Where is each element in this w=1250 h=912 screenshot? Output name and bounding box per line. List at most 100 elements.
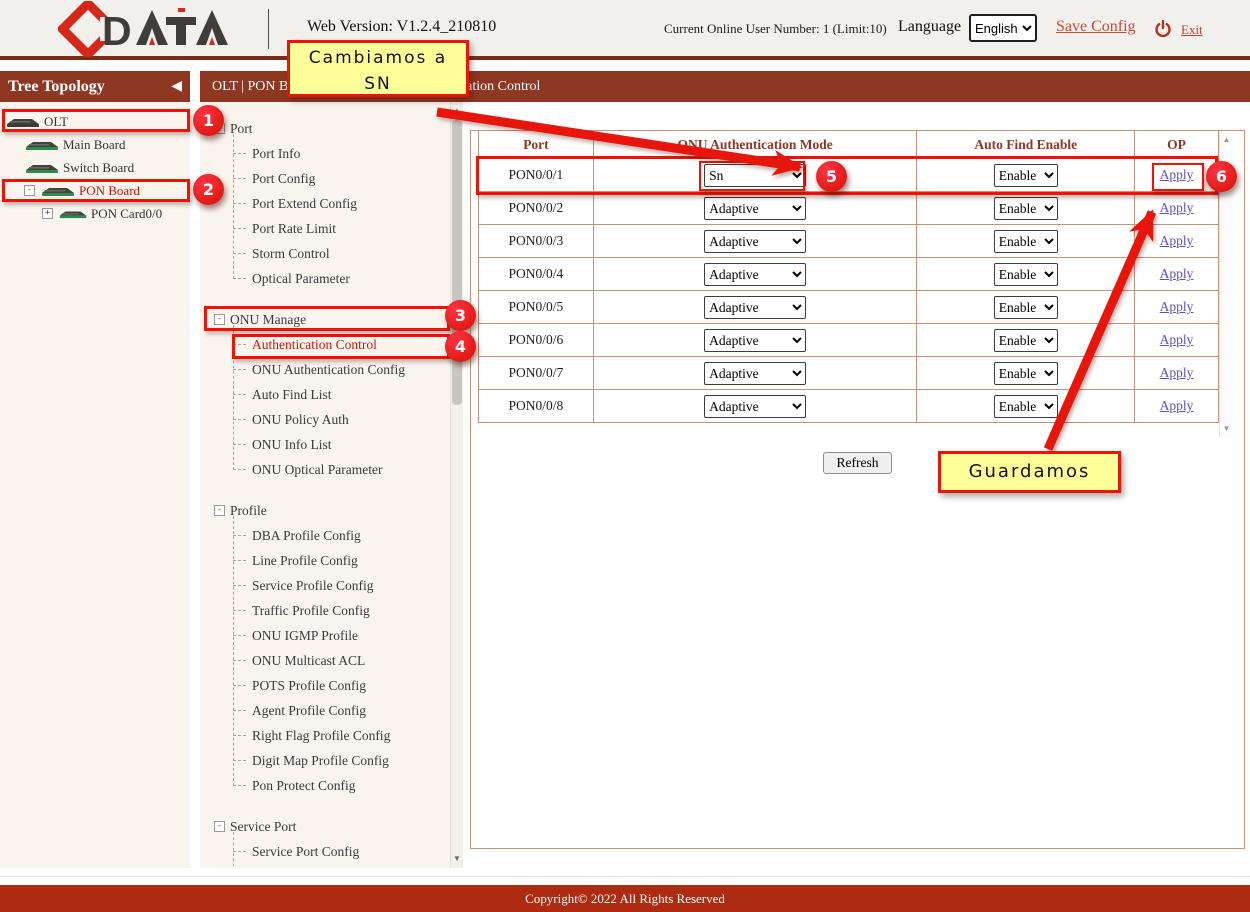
collapse-node-icon[interactable]: - (214, 123, 225, 134)
column-header-op: OP (1135, 131, 1219, 159)
tree-node-switch-board[interactable]: Switch Board (0, 156, 190, 179)
exit-link[interactable]: Exit (1181, 22, 1203, 38)
tree-node-label: Main Board (63, 137, 125, 153)
menu-item-port-extend-config[interactable]: Port Extend Config (219, 191, 450, 216)
table-row: PON0/0/1SnEnableApply (479, 159, 1219, 192)
expand-node-icon[interactable]: + (42, 208, 53, 219)
breadcrumb: OLT | PON Board | ONU Manage | Authentic… (212, 71, 540, 102)
menu-scrollbar[interactable]: ▲ ▼ (450, 102, 463, 868)
board-icon (24, 162, 60, 174)
menu-parent-onu-manage[interactable]: -ONU Manage (214, 307, 450, 332)
auth-mode-cell: Adaptive (593, 225, 917, 258)
tree-node-pon-card0-0[interactable]: + PON Card0/0 (0, 202, 190, 225)
auth-mode-select[interactable]: Adaptive (704, 230, 806, 253)
menu-item-pon-protect-config[interactable]: Pon Protect Config (219, 773, 450, 798)
auth-mode-cell: Adaptive (593, 291, 917, 324)
apply-link[interactable]: Apply (1160, 299, 1194, 314)
olt-chassis-icon (5, 116, 41, 128)
menu-item-auto-find-list[interactable]: Auto Find List (219, 382, 450, 407)
tree-node-label: PON Card0/0 (91, 206, 162, 222)
apply-link[interactable]: Apply (1160, 398, 1194, 413)
apply-link[interactable]: Apply (1160, 233, 1194, 248)
scroll-down-icon[interactable]: ▼ (1220, 422, 1233, 435)
menu-item-traffic-profile-config[interactable]: Traffic Profile Config (219, 598, 450, 623)
tree-node-main-board[interactable]: Main Board (0, 133, 190, 156)
menu-item-dba-profile-config[interactable]: DBA Profile Config (219, 523, 450, 548)
auto-find-select[interactable]: Enable (994, 263, 1058, 286)
auth-mode-cell: Adaptive (593, 324, 917, 357)
table-row: PON0/0/5AdaptiveEnableApply (479, 291, 1219, 324)
auto-find-select[interactable]: Enable (994, 395, 1058, 418)
auth-mode-select[interactable]: Adaptive (704, 362, 806, 385)
auto-find-select[interactable]: Enable (994, 230, 1058, 253)
menu-item-agent-profile-config[interactable]: Agent Profile Config (219, 698, 450, 723)
menu-item-onu-authentication-config[interactable]: ONU Authentication Config (219, 357, 450, 382)
collapse-node-icon[interactable]: - (214, 821, 225, 832)
auth-mode-select[interactable]: Adaptive (704, 296, 806, 319)
refresh-button[interactable]: Refresh (823, 452, 893, 474)
table-scrollbar[interactable]: ▲ ▼ (1219, 131, 1233, 437)
menu-item-port-rate-limit[interactable]: Port Rate Limit (219, 216, 450, 241)
collapse-node-icon[interactable]: - (24, 185, 35, 196)
apply-link[interactable]: Apply (1160, 332, 1194, 347)
menu-item-authentication-control[interactable]: Authentication Control (219, 332, 450, 357)
auth-mode-select[interactable]: Adaptive (704, 263, 806, 286)
menu-item-port-info[interactable]: Port Info (219, 141, 450, 166)
apply-link[interactable]: Apply (1160, 365, 1194, 380)
auto-find-select[interactable]: Enable (994, 296, 1058, 319)
menu-item-onu-igmp-profile[interactable]: ONU IGMP Profile (219, 623, 450, 648)
auto-find-cell: Enable (917, 159, 1135, 192)
device-tree: OLT Main Board Switch Board-PON Board + PON … (0, 102, 190, 868)
op-cell: Apply (1135, 225, 1219, 258)
menu-item-onu-optical-parameter[interactable]: ONU Optical Parameter (219, 457, 450, 482)
copyright-text: Copyright© 2022 All Rights Reserved (0, 885, 1250, 912)
language-select[interactable]: English (969, 14, 1037, 42)
apply-link[interactable]: Apply (1160, 266, 1194, 281)
collapse-sidebar-icon[interactable]: ◀ (171, 71, 182, 102)
op-cell: Apply (1135, 324, 1219, 357)
menu-item-service-port-config[interactable]: Service Port Config (219, 839, 450, 864)
menu-parent-profile[interactable]: -Profile (214, 498, 450, 523)
collapse-node-icon[interactable]: - (214, 505, 225, 516)
scroll-down-icon[interactable]: ▼ (451, 852, 463, 866)
menu-parent-port[interactable]: -Port (214, 116, 450, 141)
menu-item-optical-parameter[interactable]: Optical Parameter (219, 266, 450, 291)
collapse-node-icon[interactable]: - (214, 314, 225, 325)
op-cell: Apply (1135, 192, 1219, 225)
menu-item-service-port-cur-perf[interactable]: Service Port Cur Perf (219, 864, 450, 868)
auth-mode-cell: Adaptive (593, 258, 917, 291)
menu-scrollbar-thumb[interactable] (452, 120, 462, 405)
power-icon[interactable] (1154, 20, 1172, 43)
save-config-link[interactable]: Save Config (1056, 18, 1136, 36)
tree-node-pon-board[interactable]: -PON Board (0, 179, 190, 202)
menu-item-storm-control[interactable]: Storm Control (219, 241, 450, 266)
auto-find-select[interactable]: Enable (994, 329, 1058, 352)
table-row: PON0/0/2AdaptiveEnableApply (479, 192, 1219, 225)
op-cell: Apply (1135, 390, 1219, 423)
menu-item-port-config[interactable]: Port Config (219, 166, 450, 191)
auto-find-select[interactable]: Enable (994, 164, 1058, 187)
auth-control-table: PortONU Authentication ModeAuto Find Ena… (478, 130, 1219, 423)
auto-find-select[interactable]: Enable (994, 197, 1058, 220)
scroll-up-icon[interactable]: ▲ (451, 104, 463, 118)
auth-mode-select[interactable]: Adaptive (704, 197, 806, 220)
menu-item-right-flag-profile-config[interactable]: Right Flag Profile Config (219, 723, 450, 748)
auth-mode-select[interactable]: Adaptive (704, 329, 806, 352)
auth-mode-select[interactable]: Adaptive (704, 395, 806, 418)
menu-children: DBA Profile ConfigLine Profile ConfigSer… (219, 523, 450, 798)
menu-item-onu-policy-auth[interactable]: ONU Policy Auth (219, 407, 450, 432)
menu-item-service-profile-config[interactable]: Service Profile Config (219, 573, 450, 598)
menu-parent-service-port[interactable]: -Service Port (214, 814, 450, 839)
menu-item-onu-multicast-acl[interactable]: ONU Multicast ACL (219, 648, 450, 673)
menu-item-onu-info-list[interactable]: ONU Info List (219, 432, 450, 457)
menu-item-pots-profile-config[interactable]: POTS Profile Config (219, 673, 450, 698)
menu-item-digit-map-profile-config[interactable]: Digit Map Profile Config (219, 748, 450, 773)
menu-item-line-profile-config[interactable]: Line Profile Config (219, 548, 450, 573)
apply-link[interactable]: Apply (1160, 200, 1194, 215)
tree-node-olt[interactable]: OLT (0, 110, 190, 133)
scroll-up-icon[interactable]: ▲ (1220, 133, 1233, 146)
auto-find-select[interactable]: Enable (994, 362, 1058, 385)
apply-link[interactable]: Apply (1160, 167, 1194, 182)
auth-mode-cell: Adaptive (593, 192, 917, 225)
auth-mode-select[interactable]: Sn (704, 164, 806, 187)
